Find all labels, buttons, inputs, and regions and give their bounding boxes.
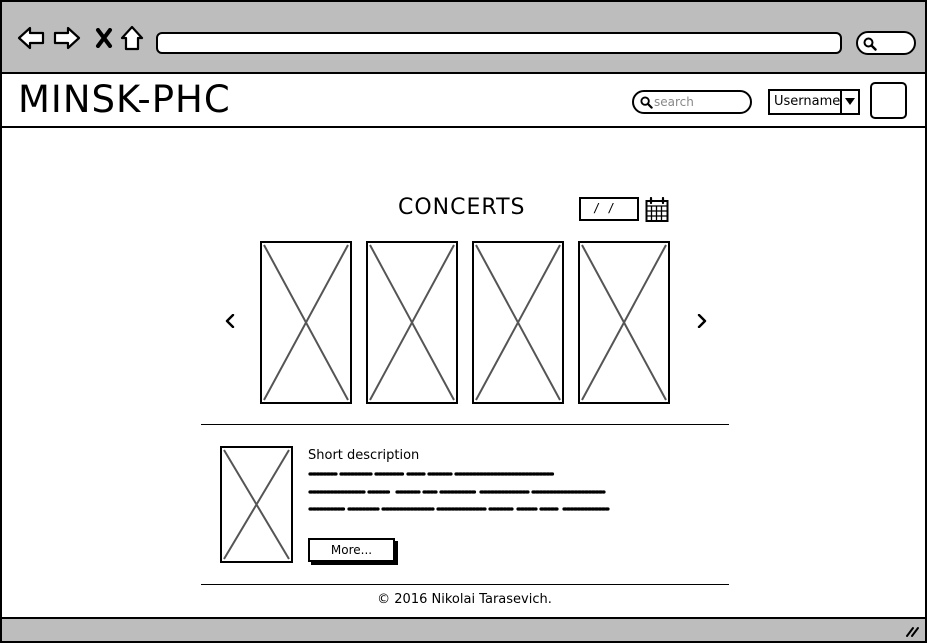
username-dropdown[interactable]: Username xyxy=(768,89,860,115)
address-bar[interactable] xyxy=(156,32,842,54)
date-field[interactable]: / / xyxy=(579,197,639,221)
browser-status-bar xyxy=(2,617,925,641)
page-title: CONCERTS xyxy=(398,195,526,220)
carousel-next-button[interactable] xyxy=(692,310,712,332)
description-title: Short description xyxy=(308,448,420,463)
avatar[interactable] xyxy=(870,82,907,119)
site-header: MINSK-PHC Username xyxy=(2,74,925,128)
username-label: Username xyxy=(774,94,841,109)
search-icon xyxy=(863,37,877,51)
image-placeholder-icon xyxy=(263,244,349,401)
browser-toolbar xyxy=(2,2,925,74)
forward-arrow-icon[interactable] xyxy=(53,24,81,52)
calendar-icon[interactable] xyxy=(645,197,669,223)
concert-image xyxy=(220,446,293,563)
browser-search-field[interactable] xyxy=(856,31,916,55)
chevron-left-icon xyxy=(225,314,235,328)
copyright-text: © 2016 Nikolai Tarasevich. xyxy=(377,592,552,607)
carousel-item[interactable] xyxy=(366,241,458,404)
image-placeholder-icon xyxy=(223,449,290,560)
more-button[interactable]: More... xyxy=(308,538,395,562)
search-field[interactable] xyxy=(632,90,752,114)
home-icon[interactable] xyxy=(118,24,146,52)
chevron-right-icon xyxy=(697,314,707,328)
section-divider xyxy=(201,424,729,425)
carousel-item[interactable] xyxy=(472,241,564,404)
chevron-down-icon[interactable] xyxy=(840,91,858,113)
carousel-prev-button[interactable] xyxy=(220,310,240,332)
site-logo[interactable]: MINSK-PHC xyxy=(18,80,231,120)
image-placeholder-icon xyxy=(369,244,455,401)
carousel-item[interactable] xyxy=(578,241,670,404)
image-placeholder-icon xyxy=(581,244,667,401)
search-icon xyxy=(640,96,653,109)
resize-grip-icon[interactable] xyxy=(905,625,919,637)
description-text-placeholder xyxy=(308,472,610,511)
browser-window: MINSK-PHC Username CONCERTS / / xyxy=(0,0,927,643)
carousel-item[interactable] xyxy=(260,241,352,404)
image-placeholder-icon xyxy=(475,244,561,401)
search-input[interactable] xyxy=(654,94,744,110)
close-x-icon[interactable] xyxy=(90,24,118,52)
footer-divider xyxy=(201,584,729,585)
back-arrow-icon[interactable] xyxy=(17,24,45,52)
